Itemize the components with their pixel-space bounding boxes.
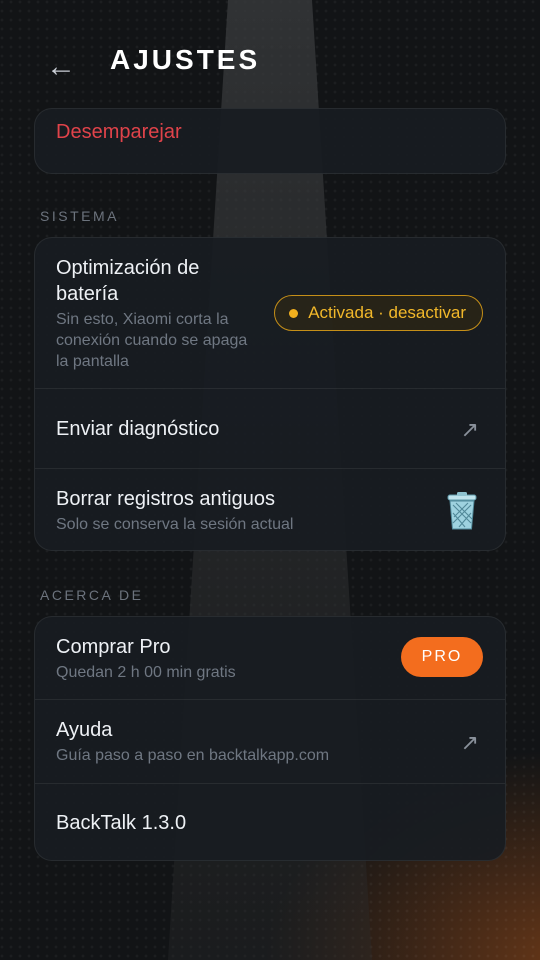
back-button[interactable]: ← [44, 50, 78, 84]
section-label-sistema: SISTEMA [40, 208, 119, 224]
help-title: Ayuda [56, 719, 113, 741]
status-dot-icon [289, 308, 299, 318]
clear-logs-row[interactable]: Borrar registros antiguos Solo se conser… [35, 469, 505, 550]
page-title: AJUSTES [110, 44, 261, 75]
acerca-card: Comprar Pro Quedan 2 h 00 min gratis PRO… [34, 616, 506, 861]
send-diagnostic-row[interactable]: Enviar diagnóstico ↗ [35, 389, 505, 469]
clear-logs-subtitle: Solo se conserva la sesión actual [56, 516, 294, 533]
sistema-card: Optimización de batería Sin esto, Xiaomi… [34, 237, 506, 551]
device-card: Desemparejar [34, 108, 506, 174]
section-label-acerca: ACERCA DE [40, 587, 144, 603]
battery-optimization-row[interactable]: Optimización de batería Sin esto, Xiaomi… [35, 238, 505, 389]
app-version: BackTalk 1.3.0 [56, 812, 187, 834]
version-row: BackTalk 1.3.0 [35, 784, 505, 860]
buy-pro-row[interactable]: Comprar Pro Quedan 2 h 00 min gratis PRO [35, 617, 505, 700]
send-diagnostic-title: Enviar diagnóstico [56, 418, 220, 440]
arrow-left-icon: ← [46, 50, 76, 83]
unpair-button[interactable]: Desemparejar [56, 121, 182, 143]
help-subtitle: Guía paso a paso en backtalkapp.com [56, 747, 330, 764]
battery-optimization-subtitle: Sin esto, Xiaomi corta la conexión cuand… [56, 311, 248, 370]
external-link-icon: ↗ [460, 417, 479, 442]
battery-status-label: Activada · desactivar [308, 303, 466, 322]
app-header: ← AJUSTES [0, 0, 540, 120]
help-row[interactable]: Ayuda Guía paso a paso en backtalkapp.co… [35, 700, 505, 784]
clear-logs-title: Borrar registros antiguos [56, 488, 275, 510]
trash-icon[interactable] [445, 491, 479, 531]
external-link-icon: ↗ [460, 730, 479, 755]
unpair-row[interactable]: Desemparejar [35, 109, 505, 173]
pro-badge-button[interactable]: PRO [401, 637, 483, 677]
battery-optimization-title: Optimización de batería [56, 257, 200, 305]
battery-status-toggle[interactable]: Activada · desactivar [274, 295, 483, 331]
